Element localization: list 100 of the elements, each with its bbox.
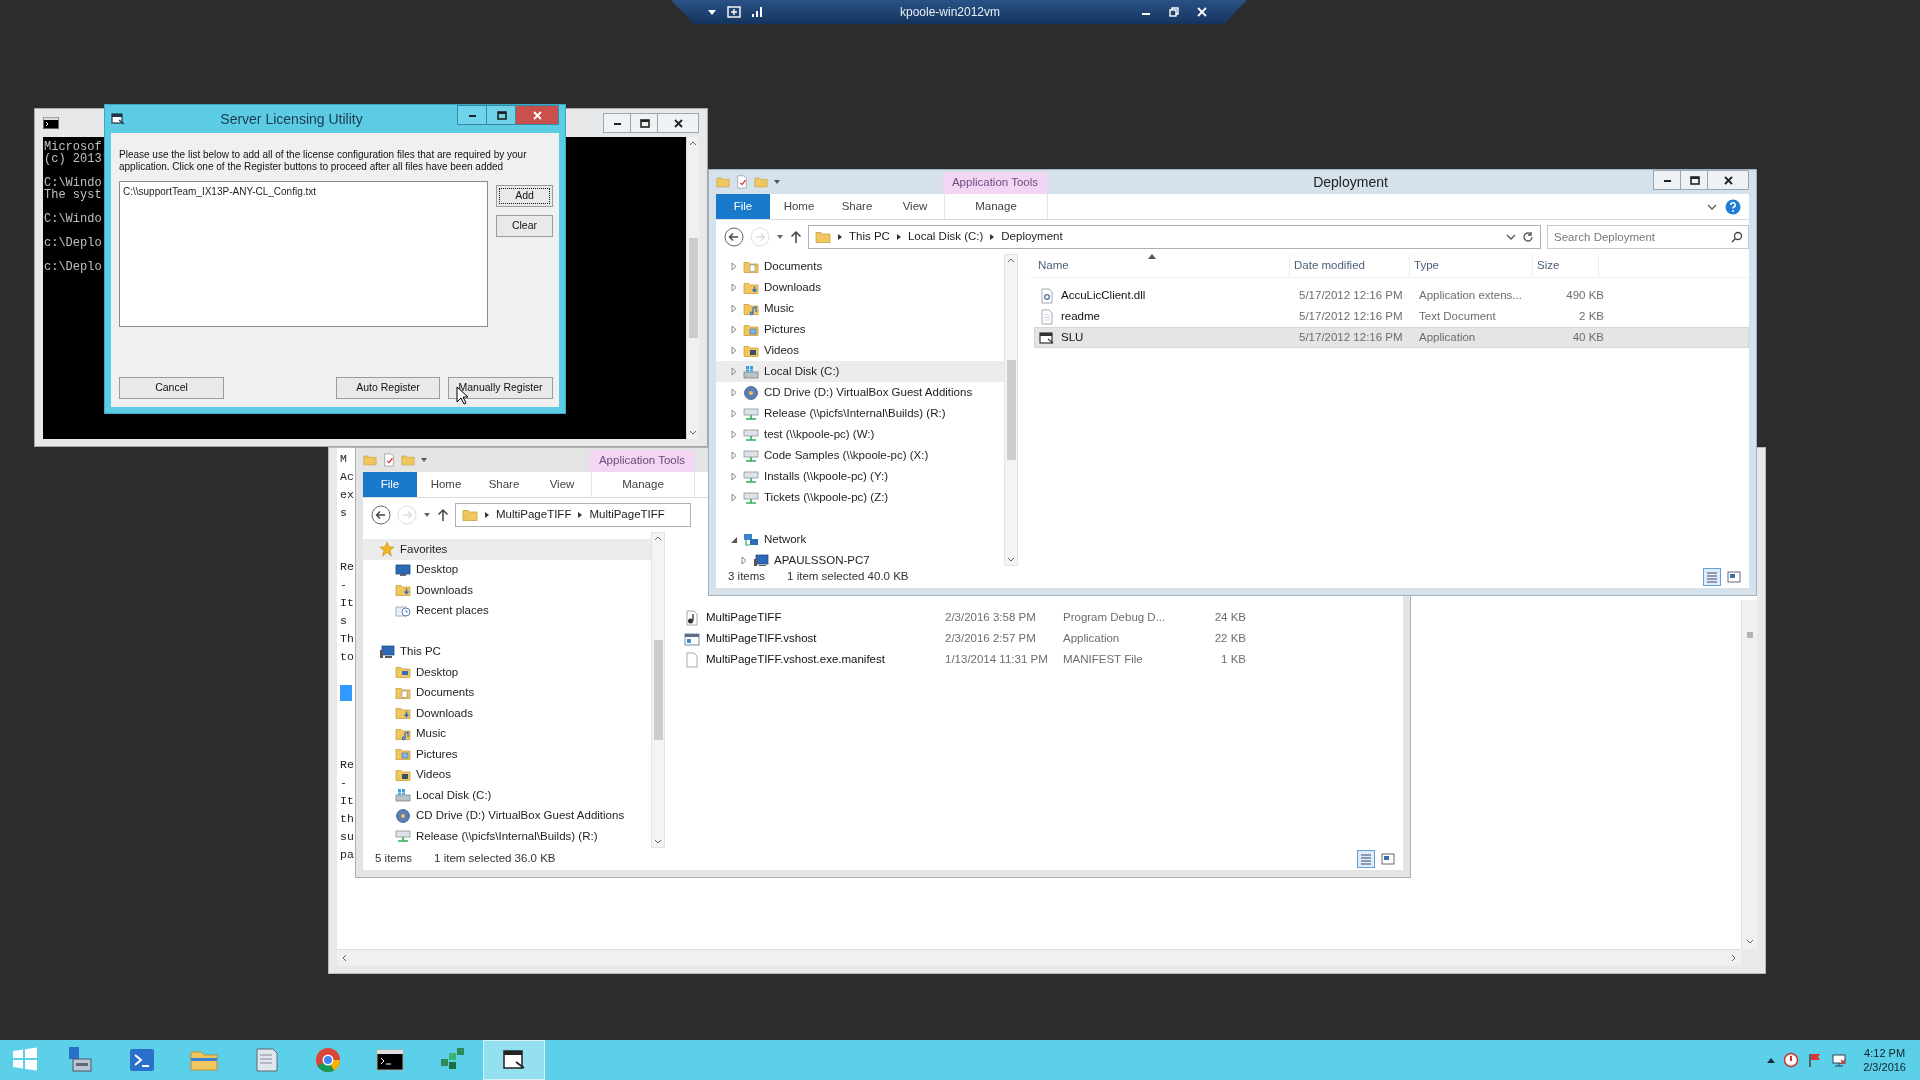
clock-date[interactable]: 2/3/2016 <box>1863 1060 1906 1074</box>
tree-item[interactable]: Local Disk (C:) <box>716 361 1004 382</box>
maximize-button[interactable] <box>630 113 658 133</box>
expand-arrow-icon[interactable] <box>730 346 738 355</box>
clock-time[interactable]: 4:12 PM <box>1864 1046 1906 1060</box>
expand-arrow-icon[interactable] <box>730 535 738 544</box>
ribbon-tab[interactable]: Share <box>828 194 886 219</box>
expand-arrow-icon[interactable] <box>740 556 748 565</box>
show-hidden-icons-button[interactable] <box>1767 1057 1776 1063</box>
tree-item[interactable]: Pictures <box>716 319 1004 340</box>
tree-item[interactable]: CD Drive (D:) VirtualBox Guest Additions <box>716 382 1004 403</box>
tree-item[interactable]: Documents <box>363 682 651 703</box>
breadcrumb-arrow-icon[interactable] <box>895 233 902 241</box>
ribbon-tab[interactable]: View <box>886 194 944 219</box>
scrollbar[interactable] <box>1741 600 1757 949</box>
expand-arrow-icon[interactable] <box>730 430 738 439</box>
file-row[interactable]: MultiPageTIFF.vshost 2/3/2016 2:57 PM Application 22 KB <box>679 628 1403 649</box>
breadcrumb-arrow-icon[interactable] <box>837 233 843 241</box>
scroll-up-icon[interactable] <box>654 535 662 541</box>
scrollbar[interactable] <box>686 137 699 439</box>
tree-item[interactable]: Downloads <box>363 580 651 601</box>
checked-document-icon[interactable] <box>735 175 749 189</box>
scrollbar[interactable] <box>651 532 665 848</box>
tree-item[interactable]: Release (\\picfs\Internal\Builds) (R:) <box>363 826 651 847</box>
breadcrumb[interactable]: This PC <box>849 228 890 246</box>
scrollbar-thumb[interactable] <box>688 238 698 338</box>
minimize-button[interactable] <box>603 113 631 133</box>
large-icons-view-icon[interactable] <box>1379 850 1397 868</box>
scroll-down-icon[interactable] <box>1007 557 1015 563</box>
tree-item[interactable]: Videos <box>716 340 1004 361</box>
scroll-left-icon[interactable] <box>341 953 347 962</box>
back-button[interactable] <box>724 227 744 247</box>
dialog-button[interactable]: Auto Register <box>336 377 440 399</box>
scrollbar-thumb[interactable] <box>653 640 663 740</box>
tree-item[interactable]: Favorites <box>363 539 651 560</box>
dialog-button[interactable]: Manually Register <box>448 377 553 399</box>
expand-arrow-icon[interactable] <box>730 388 738 397</box>
refresh-icon[interactable] <box>1522 231 1534 243</box>
expand-arrow-icon[interactable] <box>730 262 738 271</box>
minimize-button[interactable] <box>1653 170 1681 190</box>
chevron-icon[interactable] <box>1506 233 1516 241</box>
grip-icon[interactable] <box>1744 631 1755 639</box>
scrollbar[interactable] <box>337 949 1741 965</box>
scrollbar-thumb[interactable] <box>1006 360 1016 460</box>
expand-arrow-icon[interactable] <box>730 493 738 502</box>
chevron-icon[interactable] <box>1707 202 1717 211</box>
help-icon[interactable] <box>1725 198 1741 215</box>
file-row[interactable]: AccuLicClient.dll 5/17/2012 12:16 PM Application extens... 490 KB <box>1034 285 1749 306</box>
tree-item[interactable]: test (\\kpoole-pc) (W:) <box>716 424 1004 445</box>
dialog-button[interactable]: Add <box>496 185 553 207</box>
maximize-icon[interactable] <box>495 109 507 121</box>
column-header[interactable]: Type <box>1410 254 1533 278</box>
close-button[interactable] <box>1707 170 1749 190</box>
breadcrumb-arrow-icon[interactable] <box>484 511 490 519</box>
column-header[interactable]: Size <box>1533 254 1599 278</box>
up-button[interactable] <box>790 230 802 244</box>
column-header[interactable]: Date modified <box>1290 254 1410 278</box>
breadcrumb[interactable]: MultiPageTIFF <box>589 506 665 524</box>
maximize-button[interactable] <box>486 105 516 125</box>
ribbon-tab[interactable]: File <box>716 194 770 219</box>
ribbon-tab[interactable]: View <box>533 472 591 497</box>
taskbar-button[interactable] <box>483 1040 545 1080</box>
scroll-right-icon[interactable] <box>1731 953 1737 962</box>
caret-icon[interactable] <box>423 511 431 519</box>
close-icon[interactable] <box>672 117 684 129</box>
large-icons-view-icon[interactable] <box>1725 568 1743 586</box>
tree-item[interactable]: Videos <box>363 764 651 785</box>
file-row[interactable]: readme 5/17/2012 12:16 PM Text Document 2 KB <box>1034 306 1749 327</box>
address-bar[interactable]: This PC Local Disk (C:) Deployment <box>808 225 1541 249</box>
checked-document-icon[interactable] <box>382 453 396 467</box>
column-header[interactable]: Name <box>1030 254 1290 278</box>
tree-item[interactable]: Music <box>363 723 651 744</box>
tree-item[interactable]: Network <box>716 529 1004 550</box>
minimize-button[interactable] <box>457 105 487 125</box>
tree-item[interactable]: APAULSSON-PC7 <box>716 550 1004 566</box>
scroll-down-icon[interactable] <box>689 430 697 436</box>
tree-item[interactable]: Recent places <box>363 600 651 621</box>
ribbon-tab[interactable]: Home <box>417 472 475 497</box>
ribbon-tab[interactable]: Manage <box>944 194 1048 219</box>
breadcrumb[interactable]: Local Disk (C:) <box>907 228 984 246</box>
back-button[interactable] <box>371 505 391 525</box>
file-row[interactable]: SLU 5/17/2012 12:16 PM Application 40 KB <box>1034 327 1749 348</box>
breadcrumb-arrow-icon[interactable] <box>577 511 584 519</box>
browser-icon[interactable] <box>313 1045 343 1075</box>
close-button[interactable] <box>657 113 699 133</box>
tree-item[interactable]: Tickets (\\kpoole-pc) (Z:) <box>716 487 1004 508</box>
ribbon-tab[interactable]: Home <box>770 194 828 219</box>
close-icon[interactable] <box>1722 174 1734 186</box>
ribbon-tab[interactable]: Manage <box>591 472 695 497</box>
expand-arrow-icon[interactable] <box>730 409 738 418</box>
dialog-button[interactable]: Clear <box>496 215 553 237</box>
breadcrumb[interactable]: Deployment <box>1001 228 1063 246</box>
scroll-down-icon[interactable] <box>654 839 662 845</box>
tree-item[interactable]: This PC <box>363 641 651 662</box>
dialog-button[interactable]: Cancel <box>119 377 224 399</box>
tree-item[interactable]: Downloads <box>363 703 651 724</box>
tree-item[interactable]: CD Drive (D:) VirtualBox Guest Additions <box>363 805 651 826</box>
scroll-up-icon[interactable] <box>1007 257 1015 263</box>
address-bar[interactable]: MultiPageTIFF MultiPageTIFF <box>455 503 691 527</box>
tree-item[interactable]: Desktop <box>363 662 651 683</box>
